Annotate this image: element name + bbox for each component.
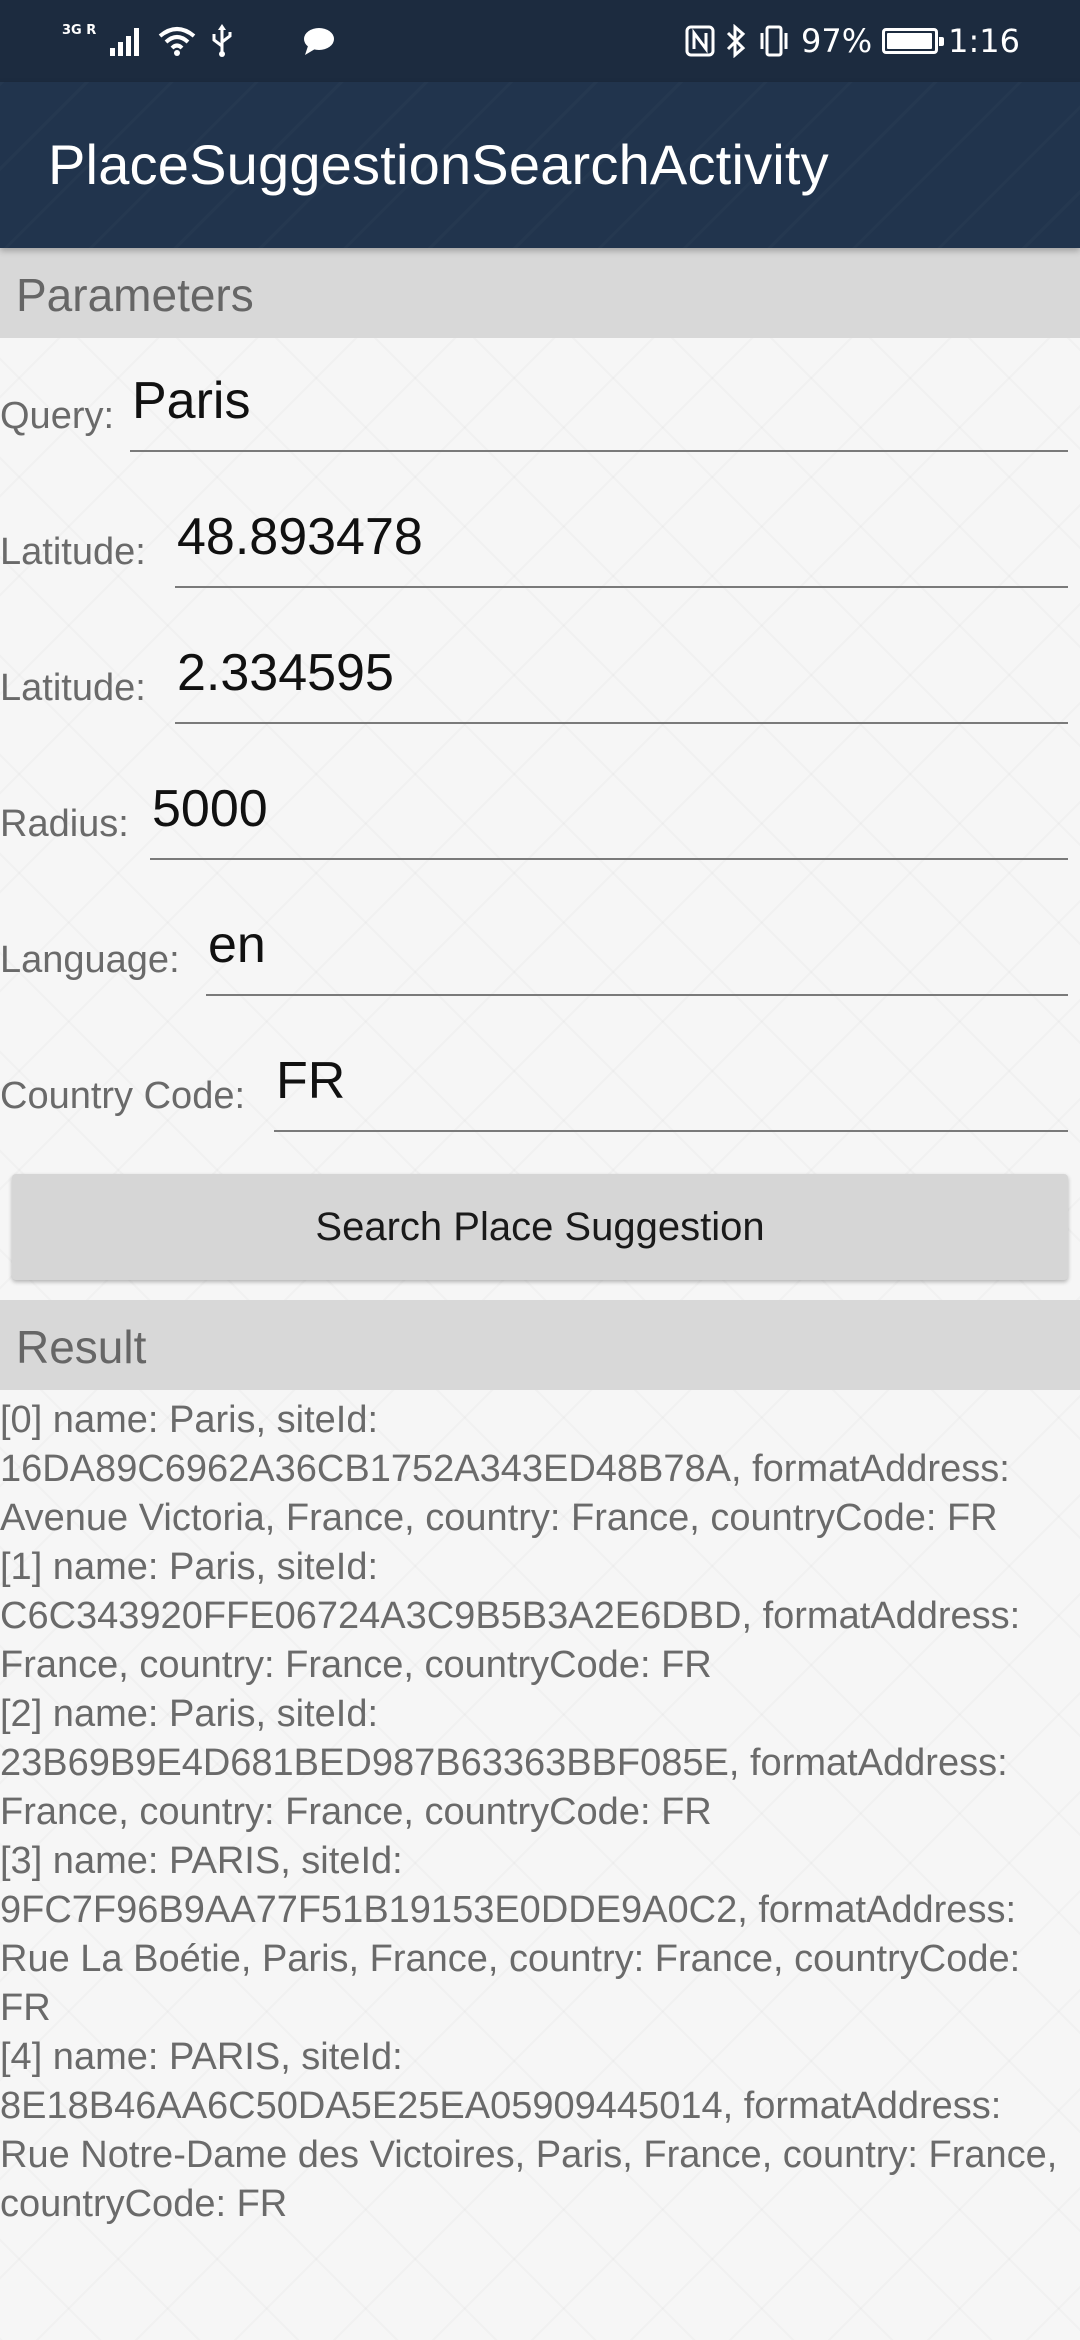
radius-row: Radius:: [0, 750, 1080, 860]
country-code-label: Country Code:: [0, 1075, 246, 1117]
language-input[interactable]: [206, 906, 1068, 996]
longitude-row: Latitude:: [0, 614, 1080, 724]
bluetooth-icon: [726, 24, 746, 58]
query-row: Query:: [0, 342, 1080, 452]
result-header: Result: [0, 1300, 1080, 1390]
app-bar: PlaceSuggestionSearchActivity: [0, 82, 1080, 248]
country-code-row: Country Code:: [0, 1022, 1080, 1132]
language-row: Language:: [0, 886, 1080, 996]
result-line: [2] name: Paris, siteId: 23B69B9E4D681BE…: [0, 1693, 1008, 1833]
nfc-icon: [685, 25, 715, 57]
chat-icon: [304, 28, 335, 55]
parameters-header-label: Parameters: [16, 269, 254, 321]
network-type-label: 3G R: [62, 23, 97, 38]
longitude-label: Latitude:: [0, 667, 146, 709]
query-label: Query:: [0, 395, 115, 437]
country-code-input[interactable]: [274, 1042, 1068, 1132]
longitude-input[interactable]: [175, 634, 1068, 724]
latitude-input[interactable]: [175, 498, 1068, 588]
battery-fill: [887, 33, 932, 49]
vibrate-icon: [760, 25, 788, 57]
result-line: [3] name: PARIS, siteId: 9FC7F96B9AA77F5…: [0, 1840, 1021, 2029]
latitude-row: Latitude:: [0, 478, 1080, 588]
search-place-suggestion-button[interactable]: Search Place Suggestion: [12, 1174, 1068, 1280]
result-text: [0] name: Paris, siteId: 16DA89C6962A36C…: [0, 1396, 1070, 2229]
wifi-icon: [158, 27, 196, 56]
battery-tip: [939, 37, 945, 46]
battery-percent: 97%: [801, 22, 873, 60]
latitude-label: Latitude:: [0, 531, 146, 573]
app-title: PlaceSuggestionSearchActivity: [48, 133, 829, 196]
query-input[interactable]: [130, 362, 1068, 452]
battery-icon: [882, 28, 945, 54]
radius-label: Radius:: [0, 803, 129, 845]
clock: 1:16: [948, 22, 1020, 60]
parameters-header: Parameters: [0, 248, 1080, 338]
language-label: Language:: [0, 939, 180, 981]
result-line: [0] name: Paris, siteId: 16DA89C6962A36C…: [0, 1399, 1010, 1539]
result-line: [4] name: PARIS, siteId: 8E18B46AA6C50DA…: [0, 2036, 1058, 2225]
status-left-icons: 3G R: [62, 18, 336, 64]
radius-input[interactable]: [150, 770, 1068, 860]
status-right-icons: 97% 1:16: [685, 18, 1020, 64]
usb-icon: [212, 24, 232, 57]
status-bar: 3G R 97% 1:16: [0, 0, 1080, 82]
result-line: [1] name: Paris, siteId: C6C343920FFE067…: [0, 1546, 1021, 1686]
signal-icon: [110, 28, 140, 56]
result-header-label: Result: [16, 1321, 147, 1373]
